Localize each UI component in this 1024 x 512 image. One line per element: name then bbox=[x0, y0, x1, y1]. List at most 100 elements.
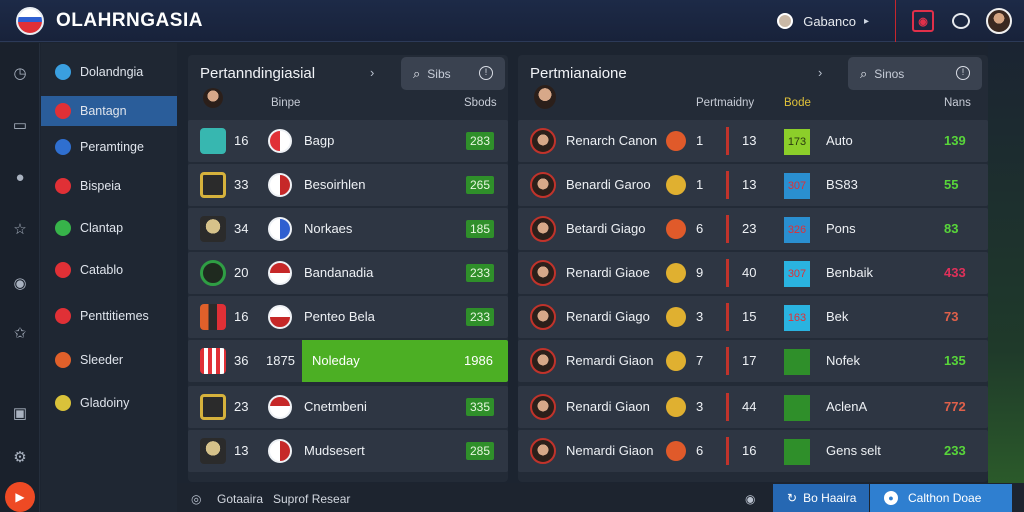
eye-icon[interactable]: ◉ bbox=[745, 492, 755, 506]
table-row[interactable]: 33 Besoirhlen 265 bbox=[188, 164, 508, 206]
sidebar-item-6[interactable]: Penttitiemes bbox=[41, 301, 177, 331]
column-header: Nans bbox=[944, 97, 971, 109]
chevron-right-icon[interactable]: ▸ bbox=[864, 16, 869, 27]
stat-b: 17 bbox=[742, 353, 757, 368]
kit-icon bbox=[200, 260, 226, 286]
rating-badge bbox=[784, 395, 810, 421]
stat-a: 1 bbox=[696, 133, 704, 148]
kit-icon bbox=[200, 172, 226, 198]
divider bbox=[726, 303, 729, 331]
search-placeholder: Sinos bbox=[874, 66, 905, 81]
info-icon[interactable]: ! bbox=[479, 66, 493, 80]
sidebar-item-4[interactable]: Clantap bbox=[41, 213, 177, 243]
play-button[interactable]: ▶ bbox=[5, 482, 35, 512]
kit-icon bbox=[200, 304, 226, 330]
sidebar: Dolandngia Bantagn Peramtinge Bispeia Cl… bbox=[41, 43, 177, 512]
team-icon bbox=[55, 308, 71, 324]
player-avatar bbox=[534, 85, 556, 109]
divider bbox=[726, 347, 729, 375]
info-icon[interactable]: ! bbox=[956, 66, 970, 80]
user-name[interactable]: Gabanco bbox=[803, 14, 856, 29]
table-row[interactable]: 23 Cnetmbeni 335 bbox=[188, 386, 508, 428]
star-icon[interactable]: ☆ bbox=[11, 221, 29, 239]
clock-icon[interactable]: ◷ bbox=[11, 65, 29, 83]
left-panel: Pertanndingiasial › ⌕ Sibs ! Binpe Sbods… bbox=[188, 55, 508, 482]
stat-value: 139 bbox=[944, 133, 966, 148]
stat-value: 55 bbox=[944, 177, 959, 192]
table-row[interactable]: Betardi Giago 6 23 326 Pons 83 bbox=[518, 208, 988, 250]
settings-icon[interactable]: ⚙ bbox=[11, 449, 29, 467]
chevron-right-icon[interactable]: › bbox=[818, 65, 822, 80]
table-row[interactable]: 34 Norkaes 185 bbox=[188, 208, 508, 250]
search-input[interactable]: ⌕ Sinos ! bbox=[848, 57, 982, 90]
table-row[interactable]: Benardi Garoo 1 13 307 BS83 55 bbox=[518, 164, 988, 206]
footer-button-primary[interactable]: ↻ Bo Haaira bbox=[773, 484, 869, 512]
stat-a: 6 bbox=[696, 443, 704, 458]
player-name: Renardi Giaon bbox=[566, 399, 650, 414]
sidebar-item-1[interactable]: Bantagn bbox=[41, 96, 177, 126]
status-icon bbox=[666, 175, 686, 195]
sidebar-item-8[interactable]: Gladoiny bbox=[41, 388, 177, 418]
table-row[interactable]: Renardi Giaoe 9 40 307 Benbaik 433 bbox=[518, 252, 988, 294]
player-name: Benardi Garoo bbox=[566, 177, 651, 192]
sidebar-item-7[interactable]: Sleeder bbox=[41, 345, 177, 375]
table-row[interactable]: 13 Mudsesert 285 bbox=[188, 430, 508, 472]
search-input[interactable]: ⌕ Sibs ! bbox=[401, 57, 505, 90]
table-row[interactable]: Renarch Canon 1 13 173 Auto 139 bbox=[518, 120, 988, 162]
row-number: 33 bbox=[234, 177, 249, 192]
table-row[interactable]: Renardi Giaon 3 44 AclenA 772 bbox=[518, 386, 988, 428]
team-name: Norkaes bbox=[304, 221, 353, 236]
team-icon bbox=[55, 139, 71, 155]
sidebar-item-2[interactable]: Peramtinge bbox=[41, 132, 177, 162]
sidebar-item-3[interactable]: Bispeia bbox=[41, 171, 177, 201]
profile-avatar[interactable] bbox=[986, 8, 1012, 34]
rating-badge: 173 bbox=[784, 129, 810, 155]
eye-icon[interactable]: ◉ bbox=[11, 275, 29, 293]
table-row[interactable]: Remardi Giaon 7 17 Nofek 135 bbox=[518, 340, 988, 382]
sidebar-item-label: Bispeia bbox=[80, 179, 121, 193]
table-row[interactable]: Renardi Giago 3 15 163 Bek 73 bbox=[518, 296, 988, 338]
team-icon bbox=[55, 220, 71, 236]
sidebar-item-label: Gladoiny bbox=[80, 396, 130, 410]
panel-header: Pertanndingiasial › ⌕ Sibs ! bbox=[188, 55, 508, 93]
kit-icon bbox=[200, 128, 226, 154]
map-icon[interactable]: ▭ bbox=[11, 117, 29, 135]
table-row[interactable]: 36 1875 Noleday 1986 bbox=[188, 340, 508, 382]
record-icon[interactable]: ● bbox=[11, 169, 29, 187]
team-icon bbox=[55, 64, 71, 80]
table-row[interactable]: 16 Penteo Bela 233 bbox=[188, 296, 508, 338]
sidebar-item-0[interactable]: Dolandngia bbox=[41, 57, 177, 87]
notifications-icon[interactable]: ◉ bbox=[912, 10, 934, 32]
footer-bar: ◎ Gotaaira Suprof Resear ◉ ↻ Bo Haaira ●… bbox=[177, 483, 1024, 512]
row-number: 20 bbox=[234, 265, 249, 280]
search-icon: ⌕ bbox=[860, 65, 868, 81]
search-placeholder: Sibs bbox=[427, 66, 451, 81]
player-name: Renardi Giago bbox=[566, 309, 650, 324]
divider bbox=[726, 127, 729, 155]
calendar-icon[interactable]: ▣ bbox=[11, 405, 29, 423]
sidebar-item-label: Clantap bbox=[80, 221, 124, 235]
player-name: Nemardi Giaon bbox=[566, 443, 654, 458]
chevron-right-icon[interactable]: › bbox=[370, 65, 374, 80]
team-icon bbox=[55, 178, 71, 194]
stat-b: 13 bbox=[742, 133, 757, 148]
status-icon bbox=[666, 219, 686, 239]
sidebar-item-label: Sleeder bbox=[80, 353, 124, 367]
table-row[interactable]: Nemardi Giaon 6 16 Gens selt 233 bbox=[518, 430, 988, 472]
stat-value: 233 bbox=[944, 443, 966, 458]
app-logo[interactable] bbox=[16, 6, 44, 35]
table-row[interactable]: 16 Bagp 283 bbox=[188, 120, 508, 162]
table-row[interactable]: 20 Bandanadia 233 bbox=[188, 252, 508, 294]
team-name: Bagp bbox=[304, 133, 335, 148]
team-name: Noleday bbox=[312, 353, 360, 368]
status-icon bbox=[666, 263, 686, 283]
user-mini-avatar[interactable] bbox=[777, 13, 794, 29]
row-number: 34 bbox=[234, 221, 249, 236]
sidebar-item-5[interactable]: Catablo bbox=[41, 255, 177, 285]
panel-title: Pertmianaione bbox=[530, 65, 627, 82]
team-name: Cnetmbeni bbox=[304, 399, 367, 414]
favorite-icon[interactable]: ✩ bbox=[11, 325, 29, 343]
rating-badge: 307 bbox=[784, 173, 810, 199]
chat-icon[interactable] bbox=[952, 13, 970, 29]
footer-button-secondary[interactable]: ● Calthon Doae bbox=[870, 484, 1012, 512]
